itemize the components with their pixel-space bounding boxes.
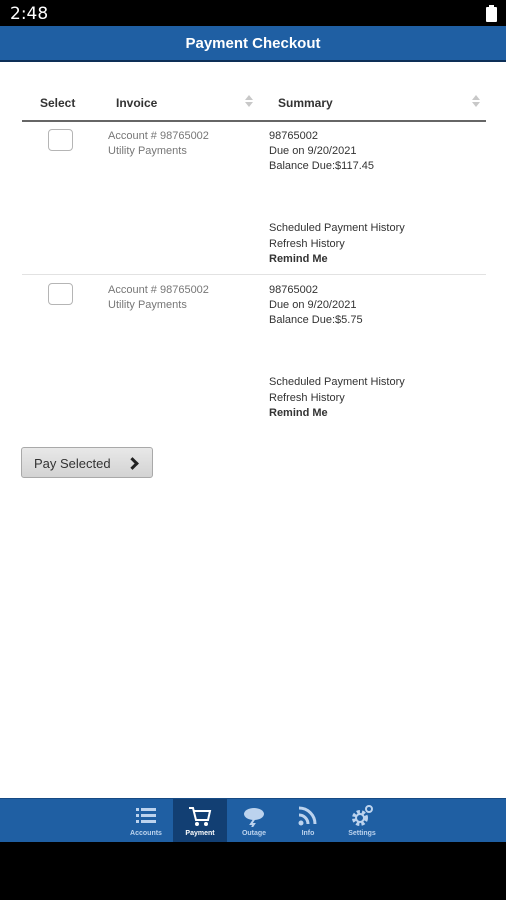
battery-icon	[486, 5, 497, 22]
account-number: Account # 98765002	[108, 130, 209, 142]
balance-due: Balance Due:$117.45	[269, 160, 374, 172]
invoice-cell: Account # 98765002 Utility Payments	[108, 129, 209, 159]
summary-links: Scheduled Payment History Refresh Histor…	[269, 375, 405, 422]
due-date: Due on 9/20/2021	[269, 299, 357, 311]
system-navigation-bar	[0, 842, 506, 900]
column-header-invoice[interactable]: Invoice	[116, 96, 157, 110]
refresh-history-link[interactable]: Refresh History	[269, 237, 405, 253]
remind-me-link[interactable]: Remind Me	[269, 406, 405, 422]
app-header: Payment Checkout	[0, 26, 506, 62]
select-checkbox[interactable]	[48, 283, 73, 305]
table-row: Account # 98765002 Utility Payments 9876…	[22, 122, 486, 275]
column-header-select: Select	[40, 96, 76, 110]
tab-accounts[interactable]: Accounts	[119, 799, 173, 843]
tab-payment[interactable]: Payment	[173, 799, 227, 843]
sort-invoice-icon[interactable]	[245, 95, 253, 109]
summary-cell: 98765002 Due on 9/20/2021 Balance Due:$5…	[269, 283, 363, 328]
select-checkbox[interactable]	[48, 129, 73, 151]
tab-info[interactable]: Info	[281, 799, 335, 843]
sort-summary-icon[interactable]	[472, 95, 480, 109]
status-time: 2:48	[10, 4, 49, 24]
summary-links: Scheduled Payment History Refresh Histor…	[269, 221, 405, 268]
chevron-right-icon	[128, 457, 138, 469]
account-type: Utility Payments	[108, 145, 187, 157]
list-icon	[136, 808, 156, 823]
scheduled-payment-history-link[interactable]: Scheduled Payment History	[269, 375, 405, 391]
invoice-cell: Account # 98765002 Utility Payments	[108, 283, 209, 313]
tab-outage[interactable]: Outage	[227, 799, 281, 843]
tab-label: Outage	[241, 830, 267, 837]
due-date: Due on 9/20/2021	[269, 145, 357, 157]
status-bar: 2:48	[0, 0, 506, 26]
tab-label: Settings	[348, 830, 376, 837]
page-title: Payment Checkout	[185, 35, 321, 52]
remind-me-link[interactable]: Remind Me	[269, 252, 405, 268]
summary-number: 98765002	[269, 130, 318, 142]
balance-due: Balance Due:$5.75	[269, 314, 363, 326]
tab-label: Info	[301, 830, 315, 837]
refresh-history-link[interactable]: Refresh History	[269, 391, 405, 407]
account-number: Account # 98765002	[108, 284, 209, 296]
table-header: Select Invoice Summary	[22, 86, 486, 122]
summary-cell: 98765002 Due on 9/20/2021 Balance Due:$1…	[269, 129, 374, 174]
pay-selected-button[interactable]: Pay Selected	[21, 447, 153, 478]
tab-settings[interactable]: Settings	[335, 799, 389, 843]
gear-icon	[352, 805, 373, 826]
rss-icon	[298, 806, 317, 826]
account-type: Utility Payments	[108, 299, 187, 311]
cart-icon	[189, 807, 212, 826]
summary-number: 98765002	[269, 284, 318, 296]
pay-selected-label: Pay Selected	[34, 456, 111, 471]
tab-bar: Accounts Payment Outage Info Settings	[0, 798, 506, 843]
tab-label: Payment	[185, 830, 215, 837]
tab-label: Accounts	[130, 830, 162, 837]
table-row: Account # 98765002 Utility Payments 9876…	[22, 276, 486, 430]
column-header-summary[interactable]: Summary	[278, 96, 333, 110]
storm-cloud-icon	[244, 808, 264, 827]
scheduled-payment-history-link[interactable]: Scheduled Payment History	[269, 221, 405, 237]
